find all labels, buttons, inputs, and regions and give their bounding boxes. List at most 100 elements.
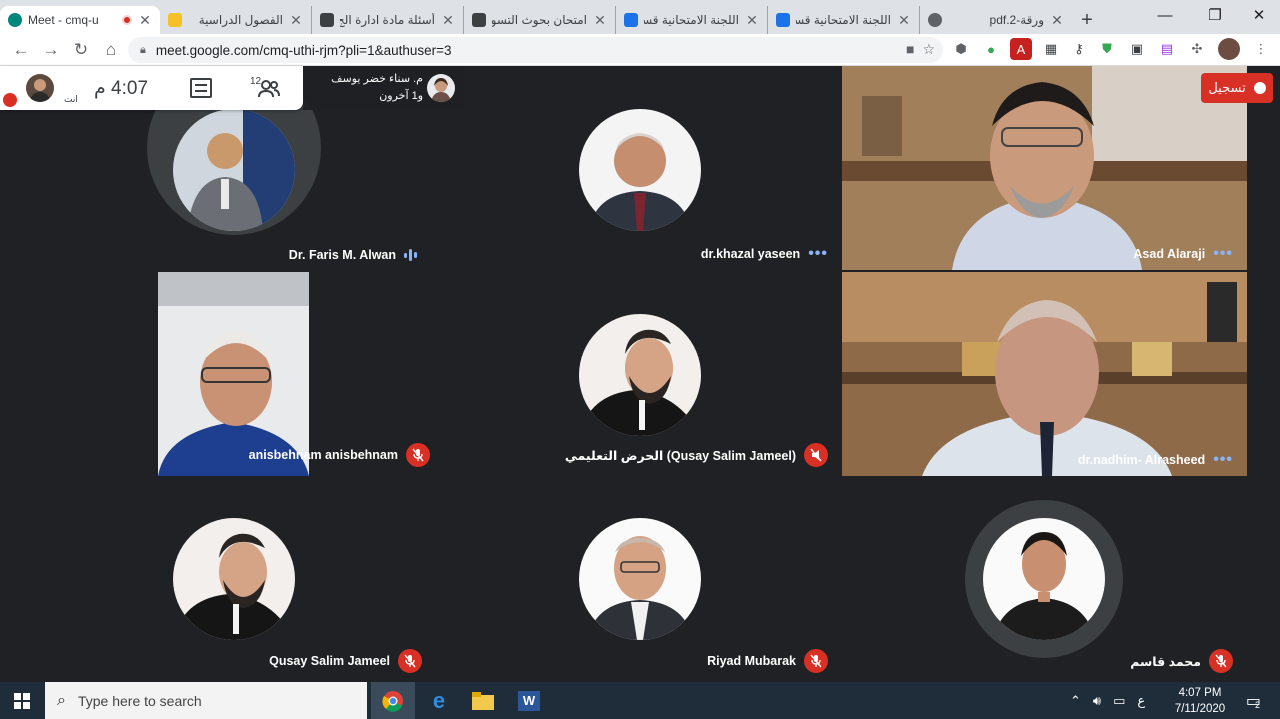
participant-name: (Qusay Salim Jameel) الحرض التعليمي (564, 448, 796, 463)
doc-icon (472, 13, 486, 27)
globe-icon (928, 13, 942, 27)
participant-tile[interactable]: Asad Alaraji ••• (842, 66, 1247, 270)
participant-tile[interactable]: dr.nadhim- Alrasheed ••• (842, 272, 1247, 476)
chat-icon[interactable] (190, 78, 212, 98)
tab-title: اللجنة الامتحانية قسم (644, 13, 739, 27)
presenter-others: و1 آخرون (379, 90, 423, 102)
participant-name: Riyad Mubarak (707, 654, 796, 668)
tab-committee-1[interactable]: اللجنة الامتحانية قسم ✕ (616, 6, 768, 34)
extension-screen-icon[interactable]: ▣ (1126, 38, 1148, 60)
extension-tray-icon[interactable]: ▤ (1156, 38, 1178, 60)
tab-title: أسئلة مادة ادارة الج (340, 13, 435, 27)
forward-icon[interactable]: → (36, 35, 66, 65)
tab-exam[interactable]: امتحان بحوث التسو ✕ (464, 6, 616, 34)
edge-icon[interactable]: e (417, 682, 461, 719)
windows-start-icon[interactable] (0, 682, 44, 719)
url-text: meet.google.com/cmq-uthi-rjm?pli=1&authu… (155, 42, 452, 58)
word-icon[interactable]: W (507, 682, 551, 719)
presenter-chip[interactable]: م. سناء خضر يوسف و1 آخرون (303, 66, 463, 110)
close-tab-icon[interactable]: ✕ (138, 12, 152, 29)
video-feed (842, 272, 1247, 476)
self-label: انت (64, 94, 78, 104)
close-tab-icon[interactable]: ✕ (593, 12, 607, 29)
recording-icon (122, 15, 132, 25)
classroom-icon (168, 13, 182, 27)
muted-mic-icon (398, 649, 422, 673)
tab-title: Meet - cmq-u (28, 13, 99, 27)
close-tab-icon[interactable]: ✕ (745, 12, 759, 29)
tab-pdf[interactable]: ورقة-pdf.2 ✕ (920, 6, 1072, 34)
more-options-icon[interactable]: ••• (1213, 452, 1233, 468)
close-tab-icon[interactable]: ✕ (289, 12, 303, 29)
extension-pdf-icon[interactable]: A (1010, 38, 1032, 60)
reload-icon[interactable]: ↻ (66, 35, 96, 65)
participant-name: Dr. Faris M. Alwan (288, 248, 396, 262)
new-tab-button[interactable]: + (1072, 6, 1102, 34)
chrome-icon[interactable] (371, 682, 415, 719)
chevron-up-icon[interactable]: ⌃ (1070, 693, 1081, 709)
notification-center-icon[interactable]: ▭ 2 (1238, 682, 1268, 719)
tab-meet[interactable]: Meet - cmq-u ✕ (0, 6, 160, 34)
clock-date: 7/11/2020 (1174, 702, 1226, 715)
camera-icon[interactable]: ■ (906, 41, 914, 58)
extension-grid-icon[interactable]: ▦ (1040, 38, 1062, 60)
people-icon[interactable] (258, 80, 280, 103)
tab-committee-2[interactable]: اللجنة الامتحانية قسم ✕ (768, 6, 920, 34)
more-options-icon[interactable]: ••• (808, 246, 828, 262)
doc-icon (320, 13, 334, 27)
extension-cube-icon[interactable]: ⬢ (950, 38, 972, 60)
recording-badge[interactable]: تسجيل (1201, 73, 1273, 103)
close-tab-icon[interactable]: ✕ (441, 12, 455, 29)
extensions-puzzle-icon[interactable]: ✣ (1186, 38, 1208, 60)
minimize-icon[interactable]: — (1142, 0, 1188, 30)
battery-icon[interactable]: ▭ (1113, 693, 1125, 709)
tab-classes[interactable]: الفصول الدراسية ✕ (160, 6, 312, 34)
close-tab-icon[interactable]: ✕ (897, 12, 911, 29)
tab-questions[interactable]: أسئلة مادة ادارة الج ✕ (312, 6, 464, 34)
extension-shield-icon[interactable]: ⛊ (1096, 38, 1118, 60)
record-dot-icon (1253, 82, 1266, 94)
doc-icon (624, 13, 638, 27)
participant-tile[interactable]: dr.khazal yaseen ••• (436, 66, 842, 270)
close-window-icon[interactable]: ✕ (1236, 0, 1280, 30)
input-language[interactable]: ع (1137, 693, 1145, 709)
participant-tile[interactable]: Qusay Salim Jameel (32, 476, 436, 682)
taskbar-search[interactable]: ⌕ Type here to search (45, 682, 367, 719)
video-feed (842, 66, 1247, 270)
taskbar-clock[interactable]: 4:07 PM 7/11/2020 (1168, 682, 1232, 719)
muted-mic-icon (804, 649, 828, 673)
participant-name: محمد قاسم (1130, 654, 1201, 669)
extension-key-icon[interactable]: ⚷ (1068, 38, 1090, 60)
more-options-icon[interactable]: ••• (1213, 246, 1233, 262)
recording-label: تسجيل (1208, 80, 1246, 95)
address-bar[interactable]: 🔒︎ meet.google.com/cmq-uthi-rjm?pli=1&au… (128, 37, 943, 63)
menu-icon[interactable]: ⋮ (1250, 38, 1272, 60)
participant-tile[interactable]: Riyad Mubarak (436, 476, 842, 682)
participant-tile[interactable]: anisbehnam anisbehnam (32, 272, 436, 476)
extension-drive-icon[interactable]: ● (980, 38, 1002, 60)
presenter-avatar (427, 74, 455, 102)
self-muted-icon (3, 93, 17, 107)
avatar (579, 314, 701, 436)
clock-time: 4:07 PM (1178, 686, 1222, 699)
home-icon[interactable]: ⌂ (96, 35, 126, 65)
browser-toolbar: ← → ↻ ⌂ 🔒︎ meet.google.com/cmq-uthi-rjm?… (0, 34, 1280, 66)
bookmark-star-icon[interactable]: ☆ (922, 41, 935, 58)
participant-name: Qusay Salim Jameel (269, 654, 390, 668)
participant-tile[interactable]: (Qusay Salim Jameel) الحرض التعليمي (436, 272, 842, 476)
close-tab-icon[interactable]: ✕ (1050, 12, 1064, 29)
profile-avatar[interactable] (1218, 38, 1240, 60)
tab-title: اللجنة الامتحانية قسم (796, 13, 891, 27)
participant-name: anisbehnam anisbehnam (248, 448, 398, 462)
back-icon[interactable]: ← (6, 35, 36, 65)
participant-tile[interactable]: محمد قاسم (842, 476, 1247, 682)
muted-mic-icon (1209, 649, 1233, 673)
meet-stage: Dr. Faris M. Alwan dr.khazal yaseen ••• (0, 66, 1280, 682)
avatar (173, 109, 295, 231)
participant-name: Asad Alaraji (1133, 247, 1206, 261)
speaker-icon[interactable]: 🔊︎ (1093, 693, 1101, 709)
file-explorer-icon[interactable] (461, 682, 505, 719)
avatar (983, 518, 1105, 640)
tab-strip: Meet - cmq-u ✕ الفصول الدراسية ✕ أسئلة م… (0, 0, 1280, 34)
maximize-icon[interactable]: ❐ (1192, 0, 1238, 30)
